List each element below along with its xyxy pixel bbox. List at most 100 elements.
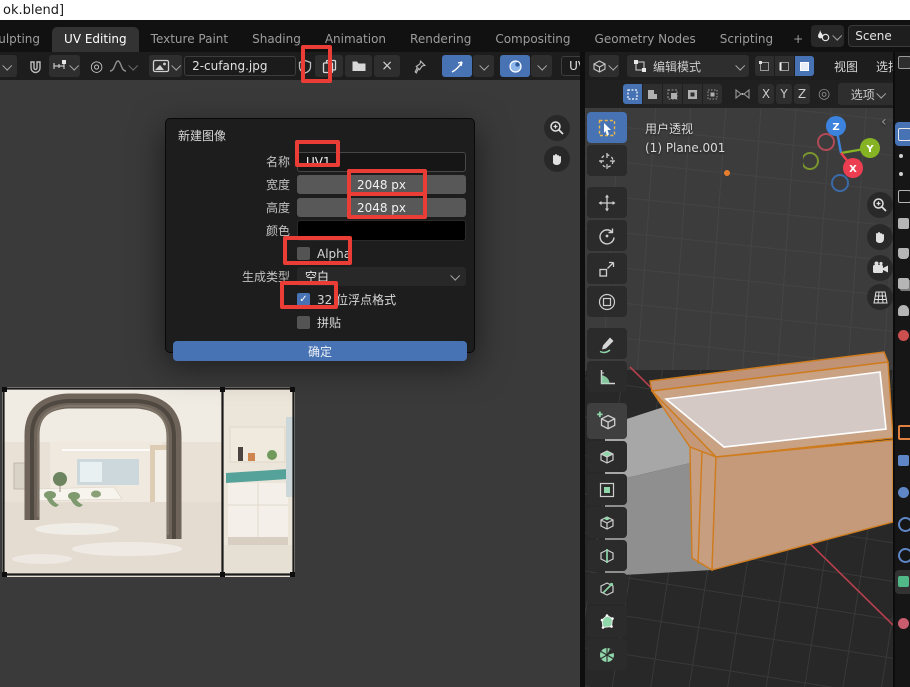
image-browse-dropdown[interactable] bbox=[149, 55, 182, 77]
add-workspace-button[interactable]: + bbox=[785, 27, 811, 52]
image-name: 2-cufang.jpg bbox=[192, 59, 267, 73]
cursor-tool[interactable] bbox=[587, 145, 627, 176]
mirror-x-button[interactable]: X bbox=[758, 84, 774, 104]
tab-uv-editing[interactable]: UV Editing bbox=[52, 27, 139, 52]
tiled-checkbox[interactable] bbox=[297, 316, 310, 329]
transform-tool[interactable] bbox=[587, 286, 627, 317]
spin-tool[interactable] bbox=[587, 639, 627, 670]
tab-scripting[interactable]: Scripting bbox=[708, 27, 785, 52]
uv-pan-button[interactable] bbox=[544, 146, 570, 172]
add-cube-tool[interactable] bbox=[587, 403, 627, 439]
new-image-button[interactable] bbox=[315, 55, 343, 77]
gizmo-toggle[interactable] bbox=[442, 55, 472, 77]
window-title: ok.blend] bbox=[3, 3, 64, 18]
tab-compositing[interactable]: Compositing bbox=[483, 27, 582, 52]
snap-toggle[interactable] bbox=[24, 55, 47, 77]
select-new-button[interactable] bbox=[623, 84, 642, 104]
overlays-toggle[interactable] bbox=[500, 55, 530, 77]
color-swatch[interactable] bbox=[297, 220, 466, 241]
tab-shading[interactable]: Shading bbox=[240, 27, 313, 52]
mirror-z-button[interactable]: Z bbox=[794, 84, 810, 104]
select-box-tool[interactable] bbox=[587, 112, 627, 143]
face-select-mode-button[interactable] bbox=[795, 56, 814, 76]
select-extend-button[interactable] bbox=[643, 84, 662, 104]
uv-image-preview[interactable] bbox=[2, 387, 295, 577]
scale-tool[interactable] bbox=[587, 253, 627, 284]
options-dropdown[interactable]: 选项 bbox=[838, 83, 893, 105]
select-subtract-button[interactable] bbox=[663, 84, 682, 104]
select-invert-button[interactable] bbox=[683, 84, 702, 104]
height-input[interactable]: 2048 px bbox=[297, 198, 466, 217]
camera-view-button[interactable] bbox=[867, 255, 893, 281]
viewport-pan-button[interactable] bbox=[867, 224, 893, 250]
open-image-button[interactable] bbox=[345, 55, 372, 77]
proportional-edit-toggle-3d[interactable]: ◎ bbox=[815, 83, 833, 105]
image-name-field[interactable]: 2-cufang.jpg bbox=[184, 56, 296, 76]
fake-user-toggle[interactable] bbox=[297, 55, 313, 77]
snapping-dropdown[interactable] bbox=[49, 55, 80, 77]
tab-output-printer-icon[interactable] bbox=[898, 248, 909, 259]
measure-tool[interactable] bbox=[587, 361, 627, 392]
uv-zoom-button[interactable] bbox=[544, 115, 570, 141]
extrude-region-tool[interactable] bbox=[587, 441, 627, 472]
scene-dropdown-button[interactable] bbox=[811, 25, 844, 47]
menu-select[interactable]: 选择 bbox=[870, 58, 893, 75]
tab-constraints-icon[interactable] bbox=[898, 548, 910, 563]
ok-button[interactable]: 确定 bbox=[173, 341, 467, 361]
menu-view[interactable]: 视图 bbox=[828, 58, 864, 75]
falloff-dropdown[interactable] bbox=[106, 55, 139, 77]
tab-material-icon[interactable] bbox=[898, 618, 909, 629]
inset-faces-tool[interactable] bbox=[587, 474, 627, 505]
tab-object-icon[interactable] bbox=[898, 425, 910, 440]
vertex-select-mode-button[interactable] bbox=[755, 56, 774, 76]
edge-select-mode-button[interactable] bbox=[775, 56, 794, 76]
tab-sculpting[interactable]: Sculpting bbox=[0, 27, 52, 52]
tab-geometry-nodes[interactable]: Geometry Nodes bbox=[583, 27, 708, 52]
knife-tool[interactable] bbox=[587, 573, 627, 604]
overlays-dropdown[interactable] bbox=[531, 55, 552, 77]
bevel-tool[interactable] bbox=[587, 507, 627, 538]
transform-icon bbox=[597, 292, 617, 312]
tab-world-icon[interactable] bbox=[898, 330, 909, 341]
annotate-tool[interactable] bbox=[587, 328, 627, 359]
proportional-edit-toggle[interactable]: ◎ bbox=[87, 55, 106, 77]
tab-partial-icon[interactable] bbox=[898, 56, 910, 69]
tab-physics-icon[interactable] bbox=[898, 517, 910, 532]
alpha-checkbox[interactable] bbox=[297, 247, 310, 260]
rotate-tool[interactable] bbox=[587, 220, 627, 251]
editor-type-dropdown[interactable] bbox=[0, 55, 17, 77]
tab-view-layer-icon[interactable] bbox=[898, 278, 909, 289]
pin-toggle[interactable] bbox=[409, 55, 430, 77]
viewport-zoom-button[interactable] bbox=[867, 192, 893, 218]
mode-dropdown[interactable]: 编辑模式 bbox=[627, 55, 749, 77]
viewport-editor-type-dropdown[interactable] bbox=[589, 55, 619, 77]
editor-separator[interactable] bbox=[580, 52, 585, 687]
tab-animation[interactable]: Animation bbox=[313, 27, 398, 52]
loop-cut-tool[interactable] bbox=[587, 540, 627, 571]
tab-scene-icon[interactable] bbox=[898, 305, 909, 316]
tab-object-data-icon[interactable] bbox=[898, 576, 909, 587]
navigation-gizmo[interactable]: Z Y X bbox=[803, 111, 893, 196]
tab-particles-icon[interactable] bbox=[898, 487, 909, 498]
poly-build-tool[interactable] bbox=[587, 606, 627, 637]
generated-type-dropdown[interactable]: 空白 bbox=[297, 267, 466, 286]
viewport-canvas[interactable]: 用户透视 (1) Plane.001 ‹ Z Y X bbox=[585, 108, 893, 687]
width-input[interactable]: 2048 px bbox=[297, 175, 466, 194]
tab-texture-paint[interactable]: Texture Paint bbox=[139, 27, 240, 52]
scene-name-field[interactable]: Scene bbox=[848, 25, 910, 47]
tab-rendering[interactable]: Rendering bbox=[398, 27, 483, 52]
vertex-group-icon[interactable] bbox=[898, 190, 910, 203]
float-checkbox[interactable]: ✓ bbox=[297, 293, 310, 306]
height-row: 高度 2048 px bbox=[166, 196, 474, 219]
tab-tool-icon[interactable] bbox=[898, 218, 909, 229]
move-tool[interactable] bbox=[587, 187, 627, 218]
gizmo-dropdown[interactable] bbox=[473, 55, 494, 77]
mirror-y-button[interactable]: Y bbox=[776, 84, 792, 104]
name-input[interactable]: UV1 bbox=[297, 152, 466, 172]
new-image-icon bbox=[322, 59, 337, 74]
tab-modifiers-wrench-icon[interactable] bbox=[898, 455, 909, 466]
orthographic-toggle-button[interactable] bbox=[867, 284, 893, 310]
unlink-image-button[interactable]: × bbox=[374, 55, 400, 77]
mirror-toggle[interactable] bbox=[731, 83, 754, 105]
select-intersect-button[interactable] bbox=[703, 84, 722, 104]
